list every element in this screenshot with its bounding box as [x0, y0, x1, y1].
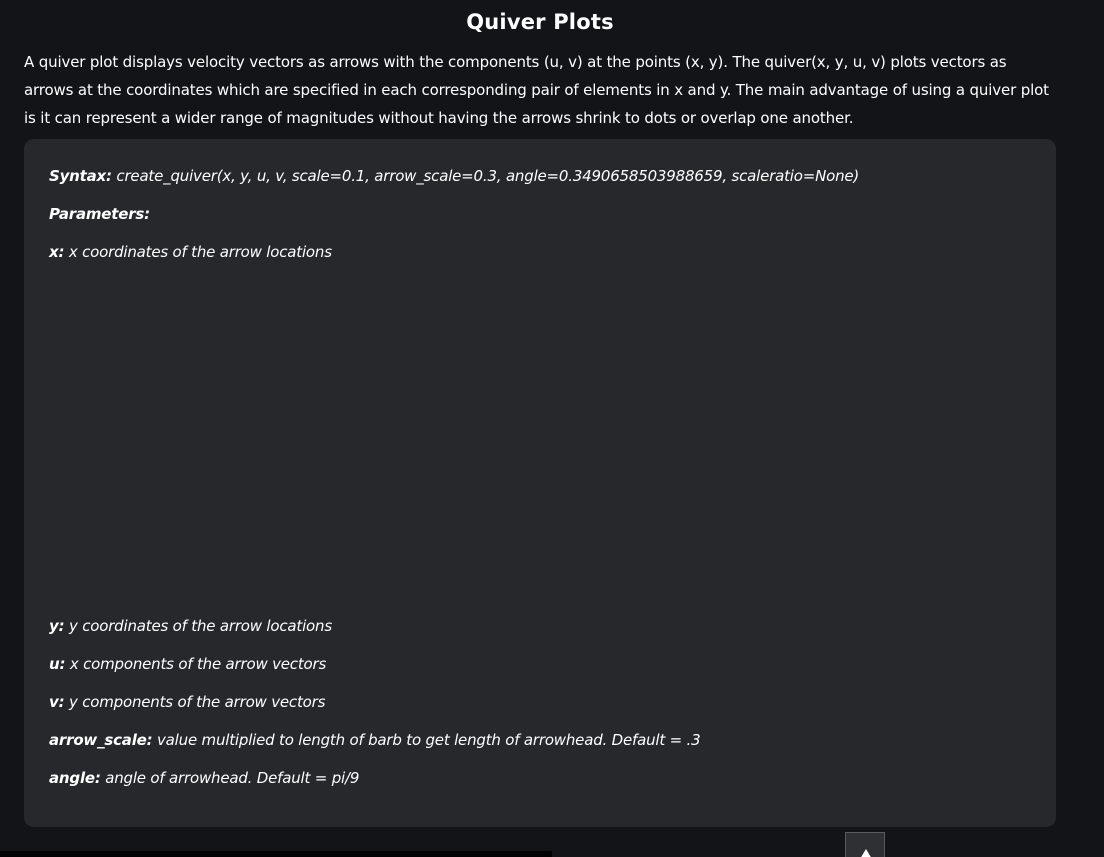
syntax-card: Syntax: create_quiver(x, y, u, v, scale=…	[24, 139, 1056, 827]
param-name: angle:	[49, 769, 101, 787]
syntax-line: Syntax: create_quiver(x, y, u, v, scale=…	[49, 167, 859, 185]
param-desc: x coordinates of the arrow locations	[64, 243, 332, 261]
param-y: y: y coordinates of the arrow locations	[49, 617, 332, 635]
page-title: Quiver Plots	[466, 10, 614, 34]
param-x: x: x coordinates of the arrow locations	[49, 243, 332, 261]
scroll-to-top-button[interactable]	[845, 832, 885, 857]
param-desc: x components of the arrow vectors	[65, 655, 327, 673]
param-v: v: y components of the arrow vectors	[49, 693, 325, 711]
param-arrow-scale: arrow_scale: value multiplied to length …	[49, 731, 701, 749]
param-desc: angle of arrowhead. Default = pi/9	[100, 769, 360, 787]
syntax-label: Syntax:	[49, 167, 112, 185]
syntax-value: create_quiver(x, y, u, v, scale=0.1, arr…	[111, 167, 860, 185]
param-name: y:	[49, 617, 65, 635]
intro-paragraph: A quiver plot displays velocity vectors …	[24, 53, 1049, 127]
param-name: v:	[49, 693, 65, 711]
arrow-up-icon	[861, 849, 871, 857]
param-angle: angle: angle of arrowhead. Default = pi/…	[49, 769, 359, 787]
page: Quiver Plots A quiver plot displays velo…	[0, 0, 1104, 857]
param-desc: y components of the arrow vectors	[64, 693, 326, 711]
param-name: arrow_scale:	[49, 731, 153, 749]
param-name: u:	[49, 655, 66, 673]
param-desc: value multiplied to length of barb to ge…	[152, 731, 701, 749]
param-u: u: x components of the arrow vectors	[49, 655, 326, 673]
param-desc: y coordinates of the arrow locations	[64, 617, 332, 635]
param-name: x:	[49, 243, 65, 261]
bottom-bar	[0, 851, 552, 857]
parameters-heading: Parameters:	[49, 205, 150, 223]
